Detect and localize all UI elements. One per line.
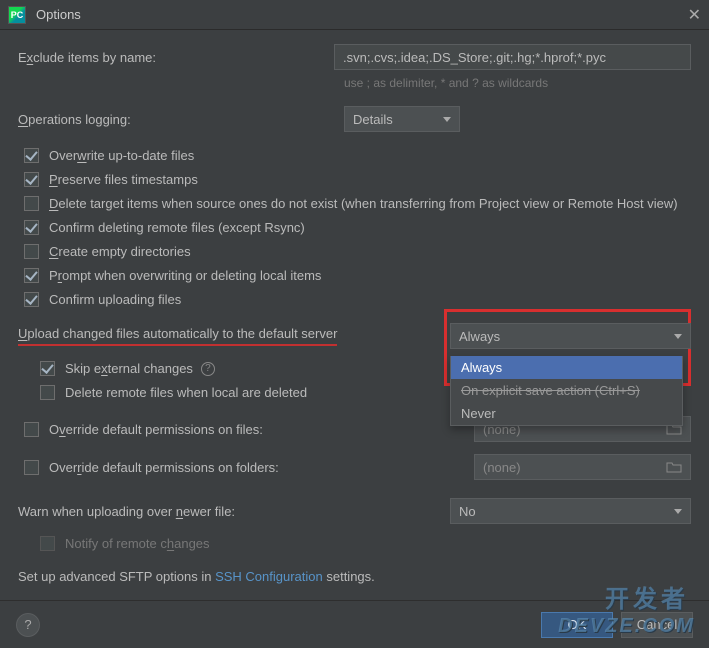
prompt-overwrite-label: Prompt when overwriting or deleting loca… [49,268,321,283]
override-folders-field[interactable]: (none) [474,454,691,480]
exclude-label: Exclude items by name: [18,50,334,65]
confirm-upload-checkbox[interactable] [24,292,39,307]
chevron-down-icon [443,117,451,122]
delete-remote-checkbox[interactable] [40,385,55,400]
help-button[interactable]: ? [16,613,40,637]
titlebar: PC Options ✕ [0,0,709,30]
skip-external-label: Skip external changes [65,361,193,376]
dropdown-item-never[interactable]: Never [451,402,682,425]
chevron-down-icon [674,509,682,514]
window-title: Options [36,7,81,22]
confirm-upload-label: Confirm uploading files [49,292,181,307]
preserve-checkbox[interactable] [24,172,39,187]
confirm-del-checkbox[interactable] [24,220,39,235]
app-icon: PC [8,6,26,24]
exclude-helper: use ; as delimiter, * and ? as wildcards [344,76,691,90]
preserve-label: Preserve files timestamps [49,172,198,187]
dropdown-item-explicit[interactable]: On explicit save action (Ctrl+S) [451,379,682,402]
notify-remote-checkbox [40,536,55,551]
cancel-button[interactable]: Cancel [621,612,693,638]
create-empty-checkbox[interactable] [24,244,39,259]
override-files-checkbox[interactable] [24,422,39,437]
overwrite-label: Overwrite up-to-date files [49,148,194,163]
help-icon[interactable]: ? [201,362,215,376]
delete-target-checkbox[interactable] [24,196,39,211]
warn-newer-label: Warn when uploading over newer file: [18,504,450,519]
delete-remote-label: Delete remote files when local are delet… [65,385,307,400]
warn-newer-select[interactable]: No [450,498,691,524]
upload-auto-dropdown: Always On explicit save action (Ctrl+S) … [450,356,683,426]
confirm-del-label: Confirm deleting remote files (except Rs… [49,220,305,235]
folder-icon [666,461,682,473]
ops-logging-label: Operations logging: [18,112,334,127]
ssh-config-link[interactable]: SSH Configuration [215,569,323,584]
override-folders-checkbox[interactable] [24,460,39,475]
override-files-label: Override default permissions on files: [49,422,263,437]
chevron-down-icon [674,334,682,339]
create-empty-label: Create empty directories [49,244,191,259]
upload-auto-select[interactable]: Always [450,323,691,349]
sftp-hint: Set up advanced SFTP options in SSH Conf… [18,569,691,584]
ok-button[interactable]: OK [541,612,613,638]
exclude-input[interactable] [334,44,691,70]
skip-external-checkbox[interactable] [40,361,55,376]
close-icon[interactable]: ✕ [688,5,701,25]
prompt-overwrite-checkbox[interactable] [24,268,39,283]
upload-auto-label: Upload changed files automatically to th… [18,326,450,346]
overwrite-checkbox[interactable] [24,148,39,163]
delete-target-label: Delete target items when source ones do … [49,196,678,211]
dialog-footer: ? OK Cancel [0,600,709,648]
dropdown-item-always[interactable]: Always [451,356,682,379]
notify-remote-label: Notify of remote changes [65,536,210,551]
ops-logging-select[interactable]: Details [344,106,460,132]
override-folders-label: Override default permissions on folders: [49,460,279,475]
